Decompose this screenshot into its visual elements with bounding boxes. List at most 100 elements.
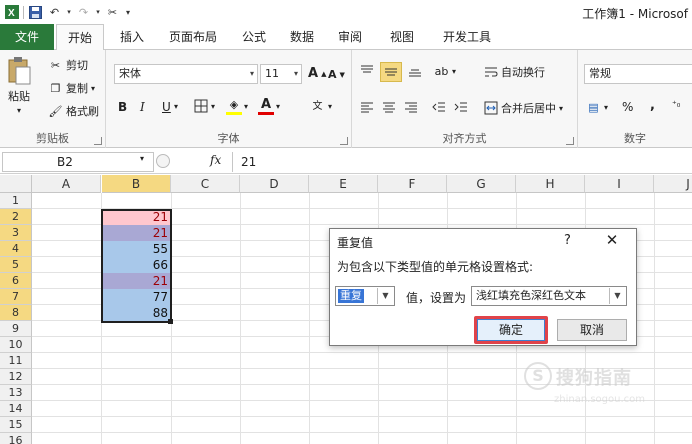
- tab-review[interactable]: 审阅: [330, 24, 370, 50]
- row-header-14[interactable]: 14: [0, 401, 32, 417]
- row-header-15[interactable]: 15: [0, 417, 32, 433]
- orientation-button[interactable]: ab ▾: [434, 64, 456, 79]
- tab-insert[interactable]: 插入: [112, 24, 152, 50]
- row-header-3[interactable]: 3: [0, 225, 32, 241]
- chevron-down-icon: ▾: [559, 103, 564, 113]
- phonetic-button[interactable]: 文 ▾: [310, 99, 333, 114]
- column-header-g[interactable]: G: [447, 175, 516, 193]
- redo-dropdown-icon[interactable]: ▾: [95, 5, 101, 20]
- value-type-select[interactable]: 重复 ▼: [335, 286, 395, 306]
- sogou-logo-icon: S: [524, 362, 552, 390]
- row-header-12[interactable]: 12: [0, 369, 32, 385]
- save-icon[interactable]: [28, 5, 43, 20]
- decrease-indent-button[interactable]: [432, 100, 446, 114]
- watermark-text: 搜狗指南: [556, 368, 632, 389]
- row-header-1[interactable]: 1: [0, 193, 32, 209]
- tab-view[interactable]: 视图: [382, 24, 422, 50]
- font-color-dropdown-icon[interactable]: ▾: [276, 102, 280, 111]
- formula-bar-handle-icon[interactable]: [156, 154, 170, 168]
- column-header-c[interactable]: C: [171, 175, 240, 193]
- wrap-text-icon: [485, 67, 498, 77]
- tab-home[interactable]: 开始: [56, 24, 104, 51]
- name-box-dropdown-icon[interactable]: ▾: [140, 154, 144, 163]
- font-name-select[interactable]: 宋体 ▾: [114, 64, 258, 84]
- row-header-7[interactable]: 7: [0, 289, 32, 305]
- clipboard-launcher-icon[interactable]: [94, 137, 102, 145]
- row-header-16[interactable]: 16: [0, 433, 32, 444]
- cut-button[interactable]: ✂ 剪切: [48, 57, 88, 73]
- insert-function-icon[interactable]: fx: [210, 153, 221, 167]
- percent-button[interactable]: %: [622, 100, 633, 114]
- bold-button[interactable]: B: [118, 100, 127, 114]
- fill-handle[interactable]: [168, 319, 173, 324]
- column-header-e[interactable]: E: [309, 175, 378, 193]
- column-header-h[interactable]: H: [516, 175, 585, 193]
- row-header-2[interactable]: 2: [0, 209, 32, 225]
- row-header-5[interactable]: 5: [0, 257, 32, 273]
- title-bar: X ↶ ▾ ↷ ▾ ✂ ▾ 工作簿1 - Microsof: [0, 0, 692, 24]
- row-header-10[interactable]: 10: [0, 337, 32, 353]
- undo-icon[interactable]: ↶: [47, 5, 62, 20]
- undo-dropdown-icon[interactable]: ▾: [66, 5, 72, 20]
- accounting-format-button[interactable]: ▤ ▾: [586, 100, 608, 115]
- number-format-select[interactable]: 常规: [584, 64, 692, 84]
- copy-dropdown-icon[interactable]: ▾: [91, 84, 95, 93]
- align-left-button[interactable]: [360, 100, 374, 114]
- svg-text:X: X: [8, 8, 15, 19]
- row-header-6[interactable]: 6: [0, 273, 32, 289]
- row-header-13[interactable]: 13: [0, 385, 32, 401]
- customize-qat-icon[interactable]: ▾: [124, 5, 132, 20]
- align-top-button[interactable]: [360, 64, 374, 78]
- paste-button[interactable]: 粘贴 ▾: [6, 56, 32, 115]
- comma-button[interactable]: ,: [650, 98, 655, 113]
- font-launcher-icon[interactable]: [340, 137, 348, 145]
- select-all-corner[interactable]: [0, 175, 32, 193]
- row-header-4[interactable]: 4: [0, 241, 32, 257]
- wrap-text-button[interactable]: 自动换行: [484, 64, 545, 80]
- align-bottom-button[interactable]: [408, 64, 422, 78]
- column-header-i[interactable]: I: [585, 175, 654, 193]
- row-header-9[interactable]: 9: [0, 321, 32, 337]
- column-header-j[interactable]: J: [654, 175, 692, 193]
- increase-decimal-button[interactable]: ⁺₀: [672, 100, 680, 110]
- ok-highlight-annotation: [474, 316, 548, 344]
- format-painter-button[interactable]: 🖌 格式刷: [48, 103, 99, 119]
- row-header-11[interactable]: 11: [0, 353, 32, 369]
- custom-command-icon[interactable]: ✂: [105, 5, 120, 20]
- column-header-f[interactable]: F: [378, 175, 447, 193]
- tab-data[interactable]: 数据: [282, 24, 322, 50]
- italic-button[interactable]: I: [140, 100, 145, 114]
- align-center-button[interactable]: [382, 100, 396, 114]
- borders-button[interactable]: ▾: [194, 99, 215, 113]
- tab-developer[interactable]: 开发工具: [434, 24, 500, 50]
- underline-dropdown-icon[interactable]: ▾: [174, 102, 178, 111]
- tab-file[interactable]: 文件: [0, 24, 54, 50]
- tab-page-layout[interactable]: 页面布局: [160, 24, 226, 50]
- format-select[interactable]: 浅红填充色深红色文本 ▼: [471, 286, 627, 306]
- row-header-8[interactable]: 8: [0, 305, 32, 321]
- grow-font-button[interactable]: A ▲: [308, 66, 326, 81]
- fill-color-dropdown-icon[interactable]: ▾: [244, 102, 248, 111]
- redo-icon[interactable]: ↷: [76, 5, 91, 20]
- font-color-button[interactable]: A: [258, 97, 274, 115]
- align-middle-button[interactable]: [380, 62, 402, 82]
- paste-dropdown-icon[interactable]: ▾: [17, 106, 21, 115]
- underline-button[interactable]: U: [162, 100, 171, 114]
- help-icon[interactable]: ?: [564, 233, 571, 248]
- alignment-launcher-icon[interactable]: [566, 137, 574, 145]
- font-size-select[interactable]: 11 ▾: [260, 64, 302, 84]
- align-right-button[interactable]: [404, 100, 418, 114]
- formula-input[interactable]: 21: [232, 152, 692, 172]
- increase-indent-button[interactable]: [454, 100, 468, 114]
- column-header-b[interactable]: B: [102, 175, 171, 193]
- copy-button[interactable]: ❐ 复制 ▾: [48, 80, 95, 96]
- column-header-d[interactable]: D: [240, 175, 309, 193]
- shrink-font-button[interactable]: A ▼: [328, 68, 345, 81]
- tab-formulas[interactable]: 公式: [234, 24, 274, 50]
- fill-color-button[interactable]: ◈: [226, 97, 242, 115]
- close-icon[interactable]: ✕: [602, 231, 622, 249]
- name-box[interactable]: B2: [2, 152, 154, 172]
- merge-center-button[interactable]: 合并后居中 ▾: [484, 100, 563, 116]
- column-header-a[interactable]: A: [32, 175, 101, 193]
- cancel-button[interactable]: 取消: [557, 319, 627, 341]
